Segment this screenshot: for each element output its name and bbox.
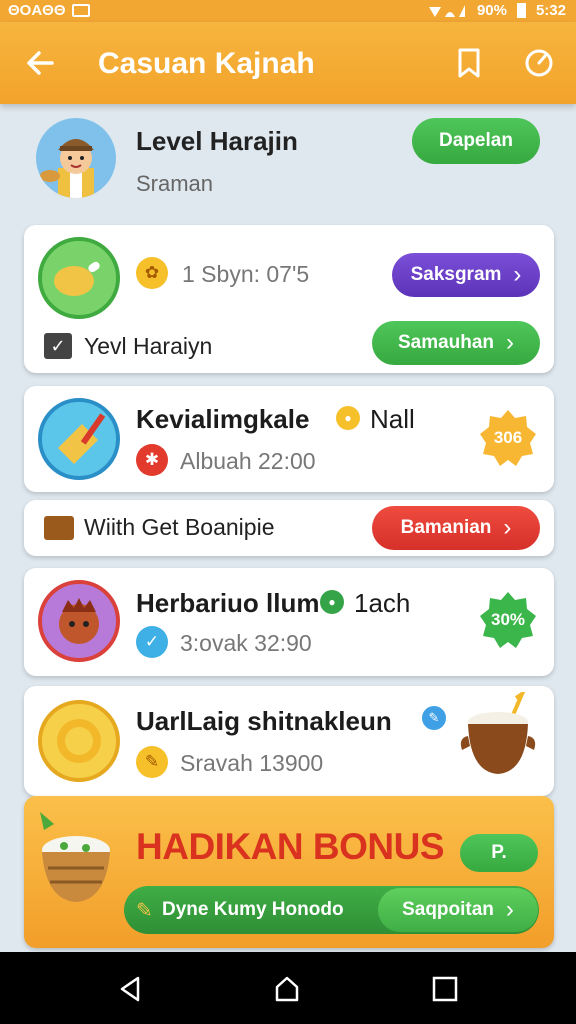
rice-bowl-icon	[40, 812, 110, 902]
card-meta: Albuah 22:00	[180, 448, 316, 474]
task-card-4: UarlLaig shitnakleun ✎ ✎ Sravah 13900	[24, 686, 554, 796]
battery-percent: 90%	[476, 2, 507, 19]
nav-home-icon[interactable]	[272, 974, 302, 1004]
page-title: Casuan Kajnah	[98, 47, 315, 80]
app-bar: Casuan Kajnah	[0, 22, 576, 104]
task-card-1: ✿ 1 Sbyn: 07'5 Saksgram › ✓ Yevl Haraiyn …	[24, 225, 554, 373]
profile-action-label: Dapelan	[439, 130, 513, 151]
coin-icon: ✎	[136, 746, 168, 778]
clock: 5:32	[535, 2, 566, 19]
sub-task-label: Yevl Haraiyn	[84, 333, 213, 359]
back-arrow-icon[interactable]	[24, 47, 56, 79]
saksgram-label: Saksgram	[410, 264, 502, 285]
chevron-right-icon: ›	[506, 329, 515, 356]
percent-badge: 30%	[478, 590, 538, 650]
card-title: UarlLaig shitnakleun	[136, 706, 392, 736]
bonus-pill[interactable]: P.	[460, 834, 538, 872]
saksgram-button[interactable]: Saksgram ›	[392, 253, 540, 297]
chicken-leg-icon	[38, 237, 120, 319]
task-card-3: Herbariuo llum ● 1ach ✓ 3:ovak 32:90 30%	[24, 568, 554, 676]
card-meta: 1 Sbyn: 07'5	[182, 261, 310, 287]
card-title-suffix: Nall	[370, 404, 415, 434]
sub-task-label: Wiith Get Boanipie	[84, 514, 275, 540]
card-title: Herbariuo llum	[136, 588, 320, 618]
system-nav-bar	[0, 952, 576, 1024]
stick-icon: ✎	[136, 900, 153, 922]
chevron-right-icon: ›	[505, 896, 514, 923]
status-bar: ΘOAΘΘ 90% 5:32	[0, 0, 576, 22]
battery-icon	[516, 3, 526, 18]
check-icon: ✓	[136, 626, 168, 658]
verified-icon: ✎	[422, 706, 446, 730]
chevron-right-icon: ›	[503, 514, 512, 541]
percent-badge-text: 30%	[490, 610, 526, 629]
timer-icon[interactable]	[522, 46, 556, 80]
samauhan-label: Samauhan	[397, 332, 495, 353]
check-coin-icon: ●	[320, 590, 344, 614]
avatar-character-icon	[40, 139, 94, 198]
character-face-icon	[38, 580, 120, 662]
bonus-banner: HADIKAN BONUS P. ✎ Dyne Kumy Honodo Saqp…	[24, 796, 554, 948]
mail-icon	[71, 4, 90, 17]
gold-coin-icon	[38, 700, 120, 782]
task-subcard-2: Wiith Get Boanipie Bamanian ›	[24, 500, 554, 556]
book-icon	[44, 516, 74, 540]
bonus-pill-label: P.	[491, 842, 507, 863]
bonus-bar-label: Dyne Kumy Honodo	[162, 899, 344, 920]
status-left-text: ΘOAΘΘ	[8, 2, 66, 19]
reward-badge-text: 306	[493, 428, 523, 447]
profile-name: Level Harajin	[136, 126, 298, 156]
saqpoitan-label: Saqpoitan	[402, 899, 494, 920]
signal-icon	[428, 4, 465, 17]
food-pot-icon	[460, 692, 536, 774]
reward-badge: 306	[478, 408, 538, 468]
bamanian-button[interactable]: Bamanian ›	[372, 506, 540, 550]
samauhan-button[interactable]: Samauhan ›	[372, 321, 540, 365]
coin-icon: ✿	[136, 257, 168, 289]
nav-recents-icon[interactable]	[430, 974, 460, 1004]
alert-icon: ✱	[136, 444, 168, 476]
nav-back-icon[interactable]	[116, 974, 146, 1004]
checkbox-icon[interactable]: ✓	[44, 333, 72, 359]
saqpoitan-button[interactable]: Saqpoitan ›	[378, 888, 538, 932]
coin-icon: ●	[336, 406, 360, 430]
chevron-right-icon: ›	[513, 261, 522, 288]
card-title-suffix: 1ach	[354, 588, 411, 618]
card-meta: Sravah 13900	[180, 750, 324, 776]
paper-pencil-icon	[38, 398, 120, 480]
profile-action-button[interactable]: Dapelan	[412, 118, 540, 164]
bamanian-label: Bamanian	[400, 517, 492, 538]
card-meta: 3:ovak 32:90	[180, 630, 312, 656]
card-title: Kevialimgkale	[136, 404, 310, 434]
avatar[interactable]	[36, 118, 116, 198]
task-card-2: Kevialimgkale ● Nall ✱ Albuah 22:00 306	[24, 386, 554, 492]
bonus-title: HADIKAN BONUS	[136, 826, 445, 867]
bookmark-icon[interactable]	[452, 46, 486, 80]
profile-subtitle: Sraman	[136, 171, 214, 196]
